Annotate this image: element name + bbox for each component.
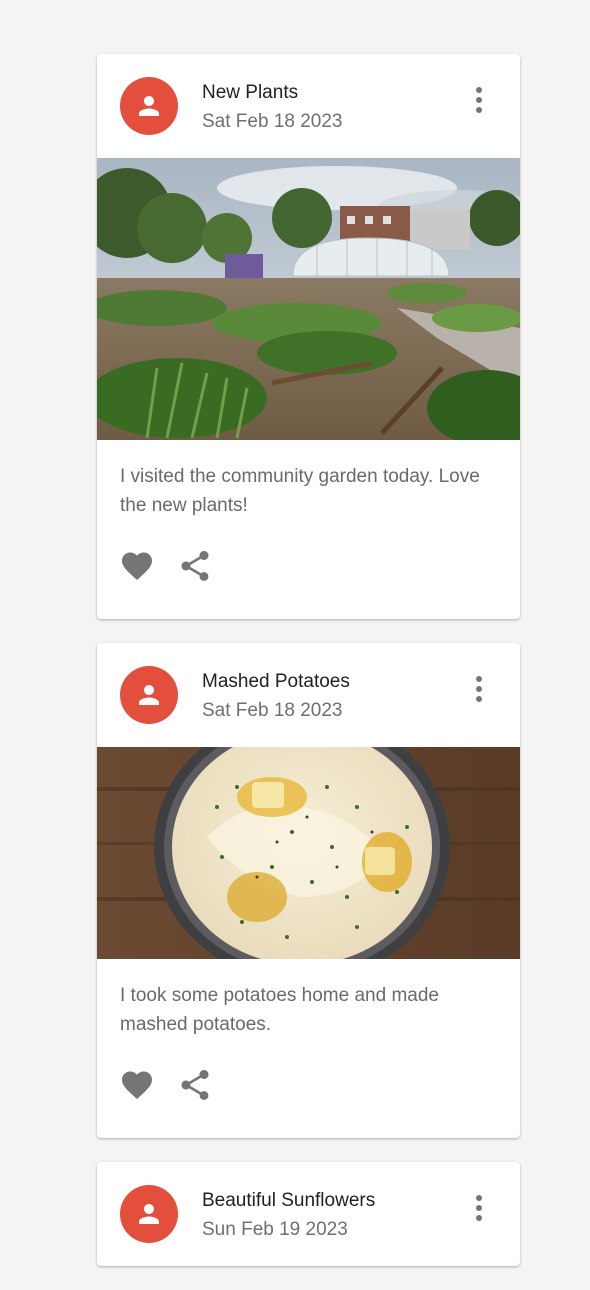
share-icon <box>181 1070 209 1100</box>
share-button[interactable] <box>177 548 213 584</box>
person-icon <box>139 685 159 705</box>
post-header: Mashed Potatoes Sat Feb 18 2023 <box>97 643 520 747</box>
share-button[interactable] <box>177 1067 213 1103</box>
share-icon <box>181 551 209 581</box>
post-date: Sun Feb 19 2023 <box>202 1219 348 1240</box>
post-title: Beautiful Sunflowers <box>202 1190 376 1211</box>
more-options-button[interactable] <box>465 84 493 116</box>
more-vert-icon <box>476 1195 482 1221</box>
heart-icon <box>122 1071 152 1100</box>
post-title: Mashed Potatoes <box>202 671 350 692</box>
like-button[interactable] <box>119 1067 155 1103</box>
post-date: Sat Feb 18 2023 <box>202 111 343 132</box>
post-feed: New Plants Sat Feb 18 2023 I visited the… <box>97 54 520 1290</box>
post-image-mashed-potatoes <box>97 747 520 959</box>
avatar[interactable] <box>120 1185 178 1243</box>
post-card: Beautiful Sunflowers Sun Feb 19 2023 <box>97 1162 520 1266</box>
post-actions <box>97 536 520 619</box>
community-garden-photo <box>97 158 520 440</box>
avatar[interactable] <box>120 666 178 724</box>
more-options-button[interactable] <box>465 673 493 705</box>
post-card: Mashed Potatoes Sat Feb 18 2023 I took s… <box>97 643 520 1138</box>
person-icon <box>139 96 159 116</box>
post-body: I took some potatoes home and made mashe… <box>120 985 439 1035</box>
post-title: New Plants <box>202 82 299 103</box>
more-vert-icon <box>476 87 482 113</box>
post-card: New Plants Sat Feb 18 2023 I visited the… <box>97 54 520 619</box>
more-options-button[interactable] <box>465 1192 493 1224</box>
post-header: Beautiful Sunflowers Sun Feb 19 2023 <box>97 1162 520 1266</box>
post-date: Sat Feb 18 2023 <box>202 700 343 721</box>
post-actions <box>97 1055 520 1138</box>
post-header: New Plants Sat Feb 18 2023 <box>97 54 520 158</box>
avatar[interactable] <box>120 77 178 135</box>
mashed-potatoes-photo <box>97 747 520 959</box>
more-vert-icon <box>476 676 482 702</box>
person-icon <box>139 1204 159 1224</box>
heart-icon <box>122 552 152 581</box>
post-image-community-garden <box>97 158 520 440</box>
post-body: I visited the community garden today. Lo… <box>120 466 480 516</box>
like-button[interactable] <box>119 548 155 584</box>
